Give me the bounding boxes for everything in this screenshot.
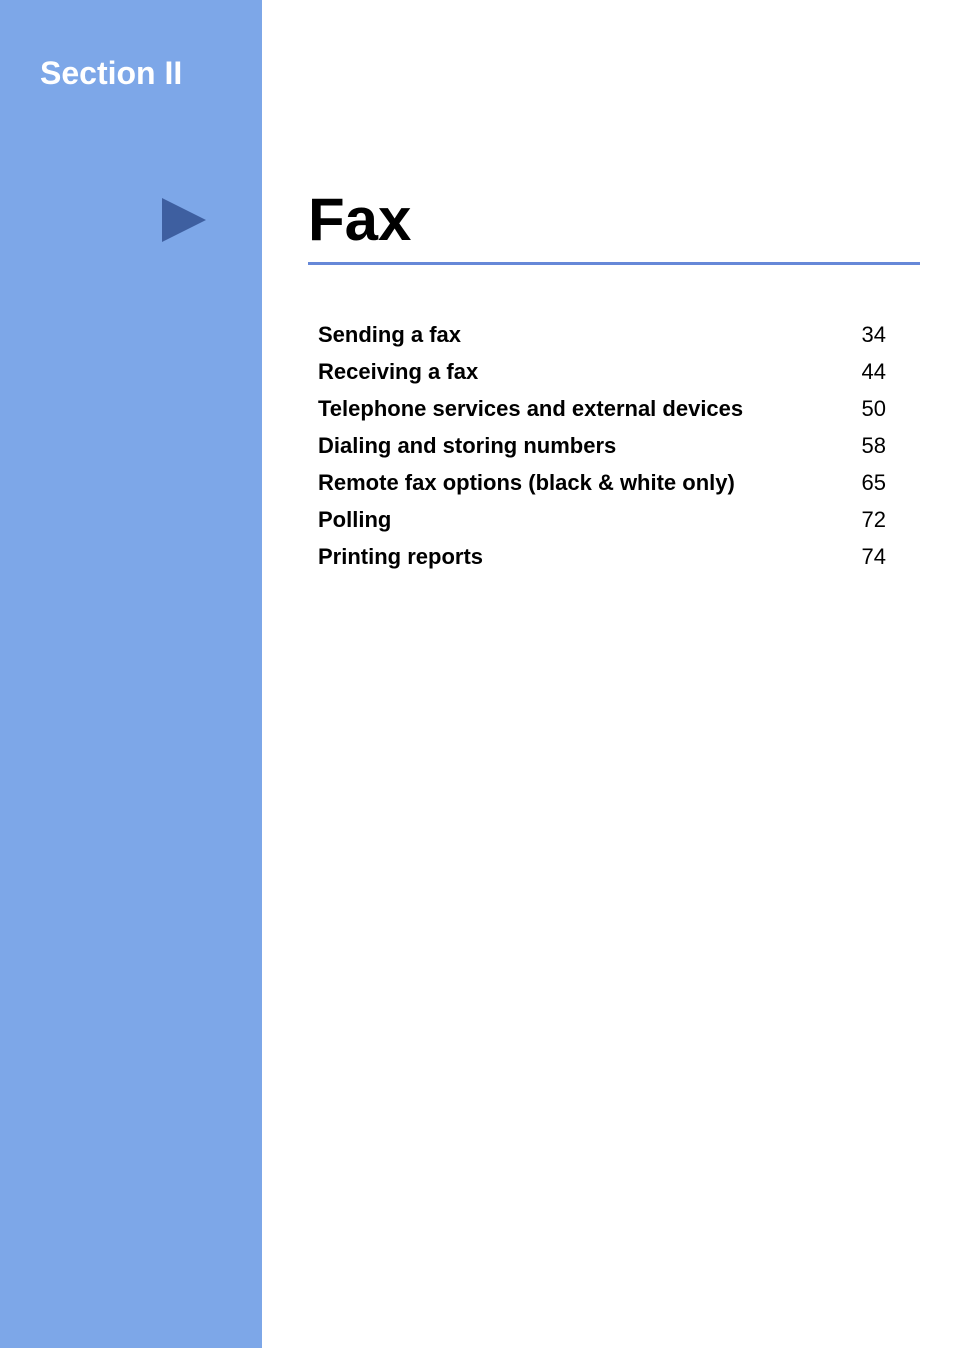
toc-row: Telephone services and external devices … [318,396,886,422]
toc-entry-page: 44 [862,359,886,385]
toc-entry-title: Polling [318,507,391,533]
toc-row: Sending a fax 34 [318,322,886,348]
toc-row: Remote fax options (black & white only) … [318,470,886,496]
toc-entry-title: Dialing and storing numbers [318,433,616,459]
toc-entry-title: Receiving a fax [318,359,478,385]
sidebar [0,0,262,1348]
title-underline [308,262,920,265]
toc-row: Polling 72 [318,507,886,533]
toc-entry-page: 65 [862,470,886,496]
section-label: Section II [40,55,182,92]
toc-entry-title: Telephone services and external devices [318,396,743,422]
toc-entry-page: 34 [862,322,886,348]
page-title: Fax [308,185,411,254]
table-of-contents: Sending a fax 34 Receiving a fax 44 Tele… [318,322,886,581]
toc-entry-title: Remote fax options (black & white only) [318,470,735,496]
toc-row: Printing reports 74 [318,544,886,570]
play-triangle-icon [156,192,212,253]
toc-entry-page: 58 [862,433,886,459]
toc-row: Dialing and storing numbers 58 [318,433,886,459]
toc-entry-title: Printing reports [318,544,483,570]
toc-entry-title: Sending a fax [318,322,461,348]
toc-entry-page: 72 [862,507,886,533]
toc-entry-page: 50 [862,396,886,422]
toc-entry-page: 74 [862,544,886,570]
toc-row: Receiving a fax 44 [318,359,886,385]
